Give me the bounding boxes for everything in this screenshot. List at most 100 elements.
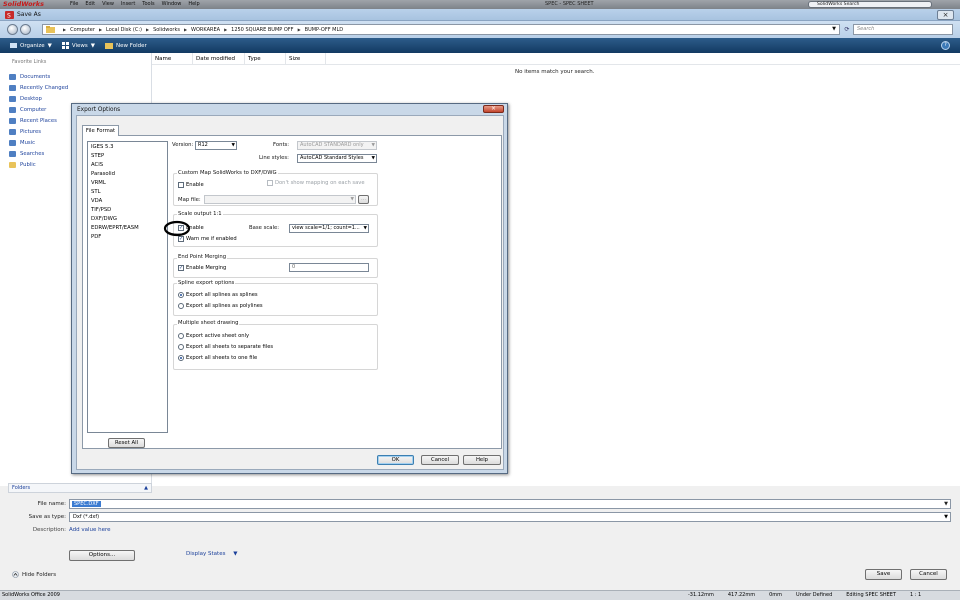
back-button[interactable] [7,24,18,35]
format-edrw[interactable]: EDRW/EPRT/EASM [91,224,164,233]
base-scale-label: Base scale: [249,225,280,231]
save-button[interactable]: Save [865,569,902,580]
nav-searches[interactable]: Searches [9,148,68,159]
dialog-body: File Format IGES 5.3 STEP ACIS Parasolid… [76,115,504,470]
menu-view[interactable]: View [102,0,114,9]
help-icon[interactable]: ? [941,41,950,50]
nav-pictures[interactable]: Pictures [9,126,68,137]
status-x-coordinate: -31.12mm [688,592,714,598]
dialog-close-icon[interactable]: × [483,105,504,113]
display-states-dropdown[interactable]: Display States ▼ [186,551,237,557]
status-readouts: -31.12mm 417.22mm 0mm Under Defined Edit… [688,591,921,600]
format-acis[interactable]: ACIS [91,161,164,170]
save-as-type-select[interactable]: Dxf (*.dxf) ▼ [69,512,951,522]
export-options-dialog: Export Options × File Format IGES 5.3 ST… [71,103,508,474]
chevron-down-icon: ▼ [363,226,367,231]
chevron-down-icon[interactable]: ▼ [944,500,948,508]
empty-message: No items match your search. [515,69,595,75]
address-dropdown-icon[interactable]: ▼ [832,25,836,34]
forward-button[interactable] [20,24,31,35]
dialog-help-button[interactable]: Help [463,455,501,465]
breadcrumb[interactable]: ▶ Computer ▶ Local Disk (C:) ▶ Solidworks ▶… [42,24,840,35]
folder-icon [46,26,55,33]
searches-icon [9,150,16,157]
dialog-title: Export Options [77,107,121,113]
format-iges[interactable]: IGES 5.3 [91,143,164,152]
description-link[interactable]: Add value here [69,527,111,533]
nav-computer[interactable]: Computer [9,104,68,115]
breadcrumb-square-bump-off[interactable]: 1250 SQUARE BUMP OFF [231,27,293,33]
column-name[interactable]: Name [152,53,193,65]
nav-public[interactable]: Public [9,159,68,170]
breadcrumb-workarea[interactable]: WORKAREA [191,27,220,33]
end-point-merging-title: End Point Merging [177,254,228,261]
breadcrumb-bump-off-mld[interactable]: BUMP-OFF MLD [305,27,343,33]
nav-music[interactable]: Music [9,137,68,148]
solidworks-search-box[interactable]: SolidWorks Search [808,1,932,8]
format-pdf[interactable]: PDF [91,233,164,242]
options-button[interactable]: Options... [69,550,135,561]
views-button[interactable]: Views ▼ [61,42,95,49]
format-step[interactable]: STEP [91,152,164,161]
merging-tolerance-input[interactable]: 0 [289,263,369,272]
dont-show-mapping-checkbox: Don't show mapping on each save [267,179,365,187]
format-vda[interactable]: VDA [91,197,164,206]
export-separate-files-radio[interactable]: Export all sheets to separate files [178,343,273,351]
enable-merging-checkbox[interactable]: ✓ Enable Merging [178,264,226,272]
organize-icon [10,43,17,48]
spline-as-splines-radio[interactable]: Export all splines as splines [178,291,258,299]
custom-map-enable-checkbox[interactable]: Enable [178,181,204,189]
format-parasolid[interactable]: Parasolid [91,170,164,179]
spline-export-group [173,283,378,316]
chevron-down-icon: ▼ [350,197,354,202]
nav-recent-places[interactable]: Recent Places [9,115,68,126]
tab-file-format[interactable]: File Format [82,125,119,136]
export-one-file-radio[interactable]: Export all sheets to one file [178,354,257,362]
column-date-modified[interactable]: Date modified [193,53,245,65]
nav-recently-changed[interactable]: Recently Changed [9,82,68,93]
ok-button[interactable]: OK [377,455,414,465]
format-tif-psd[interactable]: TIF/PSD [91,206,164,215]
organize-button[interactable]: Organize ▼ [10,42,52,49]
cancel-button[interactable]: Cancel [910,569,947,580]
new-folder-button[interactable]: New Folder [105,42,147,49]
base-scale-select[interactable]: view scale=1/1; count=1... ▼ [289,224,369,233]
public-folder-icon [9,161,16,168]
breadcrumb-local-disk[interactable]: Local Disk (C:) [106,27,142,33]
menu-insert[interactable]: Insert [121,0,135,9]
dialog-cancel-button[interactable]: Cancel [421,455,459,465]
column-type[interactable]: Type [245,53,286,65]
breadcrumb-computer[interactable]: Computer [70,27,95,33]
description-label: Description: [32,527,66,533]
menu-help[interactable]: Help [188,0,199,9]
column-size[interactable]: Size [286,53,326,65]
nav-desktop[interactable]: Desktop [9,93,68,104]
map-file-label: Map file: [178,197,201,203]
status-scale: 1 : 1 [910,592,922,598]
file-name-value: SPEC.DXF [72,501,101,507]
menu-file[interactable]: File [70,0,78,9]
solidworks-title-strip: SolidWorks File Edit View Insert Tools W… [0,0,960,9]
nav-documents[interactable]: Documents [9,71,68,82]
favorite-links-heading: Favorite Links [12,59,47,65]
export-active-sheet-radio[interactable]: Export active sheet only [178,332,249,340]
breadcrumb-solidworks[interactable]: Solidworks [153,27,180,33]
menu-edit[interactable]: Edit [85,0,95,9]
version-select[interactable]: R12 ▼ [195,141,237,150]
file-name-field[interactable]: SPEC.DXF ▼ [69,499,951,509]
spline-as-polylines-radio[interactable]: Export all splines as polylines [178,302,263,310]
format-vrml[interactable]: VRML [91,179,164,188]
folders-toggle[interactable]: Folders ▲ [8,483,152,493]
spline-export-title: Spline export options [177,280,236,287]
refresh-icon[interactable]: ⟳ [842,24,852,35]
menu-tools[interactable]: Tools [142,0,154,9]
reset-all-button[interactable]: Reset All [108,438,145,448]
search-input[interactable]: Search [853,24,953,35]
format-stl[interactable]: STL [91,188,164,197]
close-icon[interactable]: × [937,10,954,20]
pictures-icon [9,128,16,135]
menu-window[interactable]: Window [162,0,182,9]
line-styles-select[interactable]: AutoCAD Standard Styles ▼ [297,154,377,163]
format-dxf-dwg[interactable]: DXF/DWG [91,215,164,224]
hide-folders-toggle[interactable]: Hide Folders [12,571,56,578]
